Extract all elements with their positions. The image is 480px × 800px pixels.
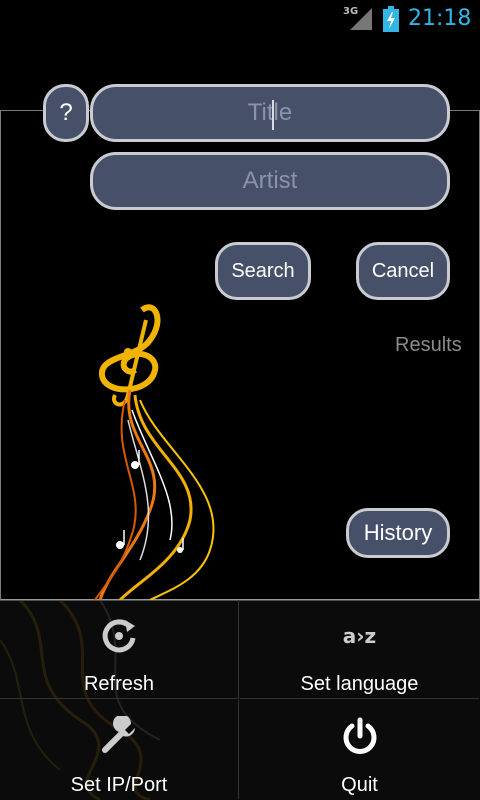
battery-charging-icon xyxy=(383,6,399,32)
menu-item-refresh[interactable]: Refresh xyxy=(0,600,239,699)
cancel-button[interactable]: Cancel xyxy=(356,242,450,300)
artist-input[interactable]: Artist xyxy=(90,152,450,210)
refresh-icon xyxy=(102,619,136,653)
artist-placeholder: Artist xyxy=(242,167,298,194)
title-placeholder: Title xyxy=(247,99,293,126)
language-az-icon: a›z xyxy=(342,624,377,648)
power-icon xyxy=(343,717,376,754)
text-cursor xyxy=(272,100,274,130)
options-menu: Refresh a›z Set language Set IP/Port Qui… xyxy=(0,600,480,800)
menu-label-refresh: Refresh xyxy=(83,673,155,695)
history-button[interactable]: History xyxy=(346,508,450,558)
help-button[interactable]: ? xyxy=(43,84,89,142)
title-input[interactable]: Title xyxy=(90,84,450,142)
menu-item-set-ip-port[interactable]: Set IP/Port xyxy=(0,700,239,799)
menu-label-set-language: Set language xyxy=(300,673,419,695)
app-screen: 3G 21:18 ? Title Artist Search Cancel Re… xyxy=(0,0,480,800)
menu-item-quit[interactable]: Quit xyxy=(240,700,479,799)
music-notes-illustration xyxy=(94,304,215,600)
clock: 21:18 xyxy=(408,6,472,31)
signal-icon xyxy=(350,8,372,30)
menu-label-set-ip-port: Set IP/Port xyxy=(70,774,168,796)
status-bar: 3G 21:18 xyxy=(0,0,480,38)
wrench-icon xyxy=(102,716,135,753)
search-button[interactable]: Search xyxy=(215,242,311,300)
results-label: Results xyxy=(395,334,462,356)
menu-item-set-language[interactable]: a›z Set language xyxy=(240,600,479,699)
menu-label-quit: Quit xyxy=(341,774,378,796)
